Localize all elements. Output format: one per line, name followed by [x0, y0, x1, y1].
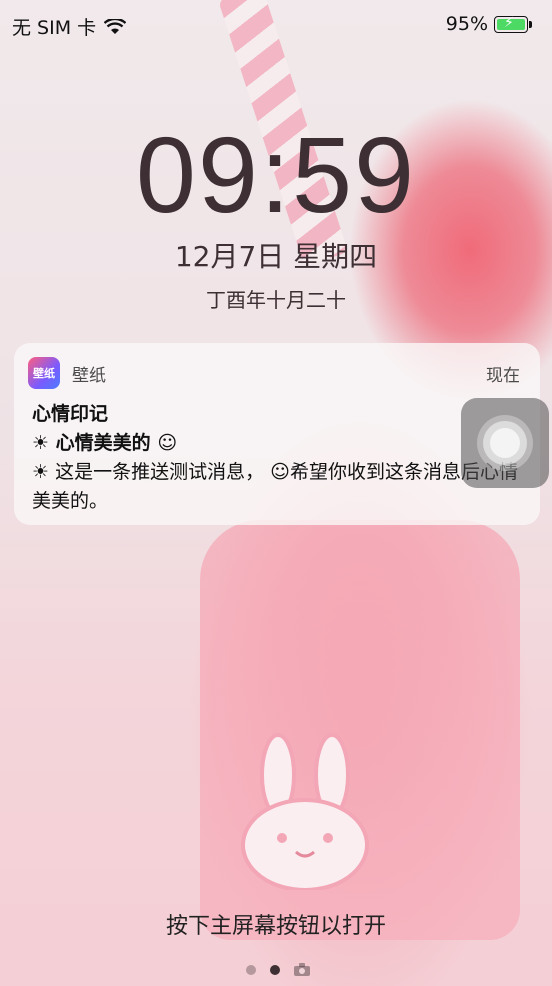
notification-title: 心情印记 [32, 403, 109, 425]
notification-time: 现在 [486, 365, 520, 386]
hugging-face-emoji-icon: ☺ [270, 461, 290, 483]
assistive-touch-button[interactable] [461, 398, 549, 488]
lockscreen-time: 09:59 [135, 114, 417, 235]
page-dot [246, 964, 256, 975]
page-dot-active [270, 964, 280, 975]
status-bar: 无 SIM 卡 95% ⚡ [0, 0, 552, 48]
wifi-icon [104, 18, 127, 34]
page-indicator[interactable] [246, 963, 310, 976]
battery-charging-icon: ⚡ [494, 15, 528, 33]
notification-app-name: 壁纸 [72, 365, 106, 386]
battery-percent: 95% [445, 13, 488, 35]
wallpaper-bunny [241, 733, 369, 890]
sun-emoji-icon: ☀ [32, 461, 50, 483]
lockscreen-date: 12月7日 星期四 [174, 240, 378, 273]
app-icon: 壁纸 [28, 357, 60, 389]
notification-line2: 这是一条推送测试消息， [55, 461, 265, 483]
hugging-face-emoji-icon: ☺ [157, 432, 178, 454]
notification-line1: 心情美美的 [55, 432, 151, 454]
press-home-hint: 按下主屏幕按钮以打开 [165, 914, 386, 939]
lunar-date: 丁酉年十月二十 [206, 288, 346, 312]
camera-icon [294, 963, 310, 976]
carrier-label: 无 SIM 卡 [12, 17, 97, 39]
sun-emoji-icon: ☀ [32, 432, 50, 454]
